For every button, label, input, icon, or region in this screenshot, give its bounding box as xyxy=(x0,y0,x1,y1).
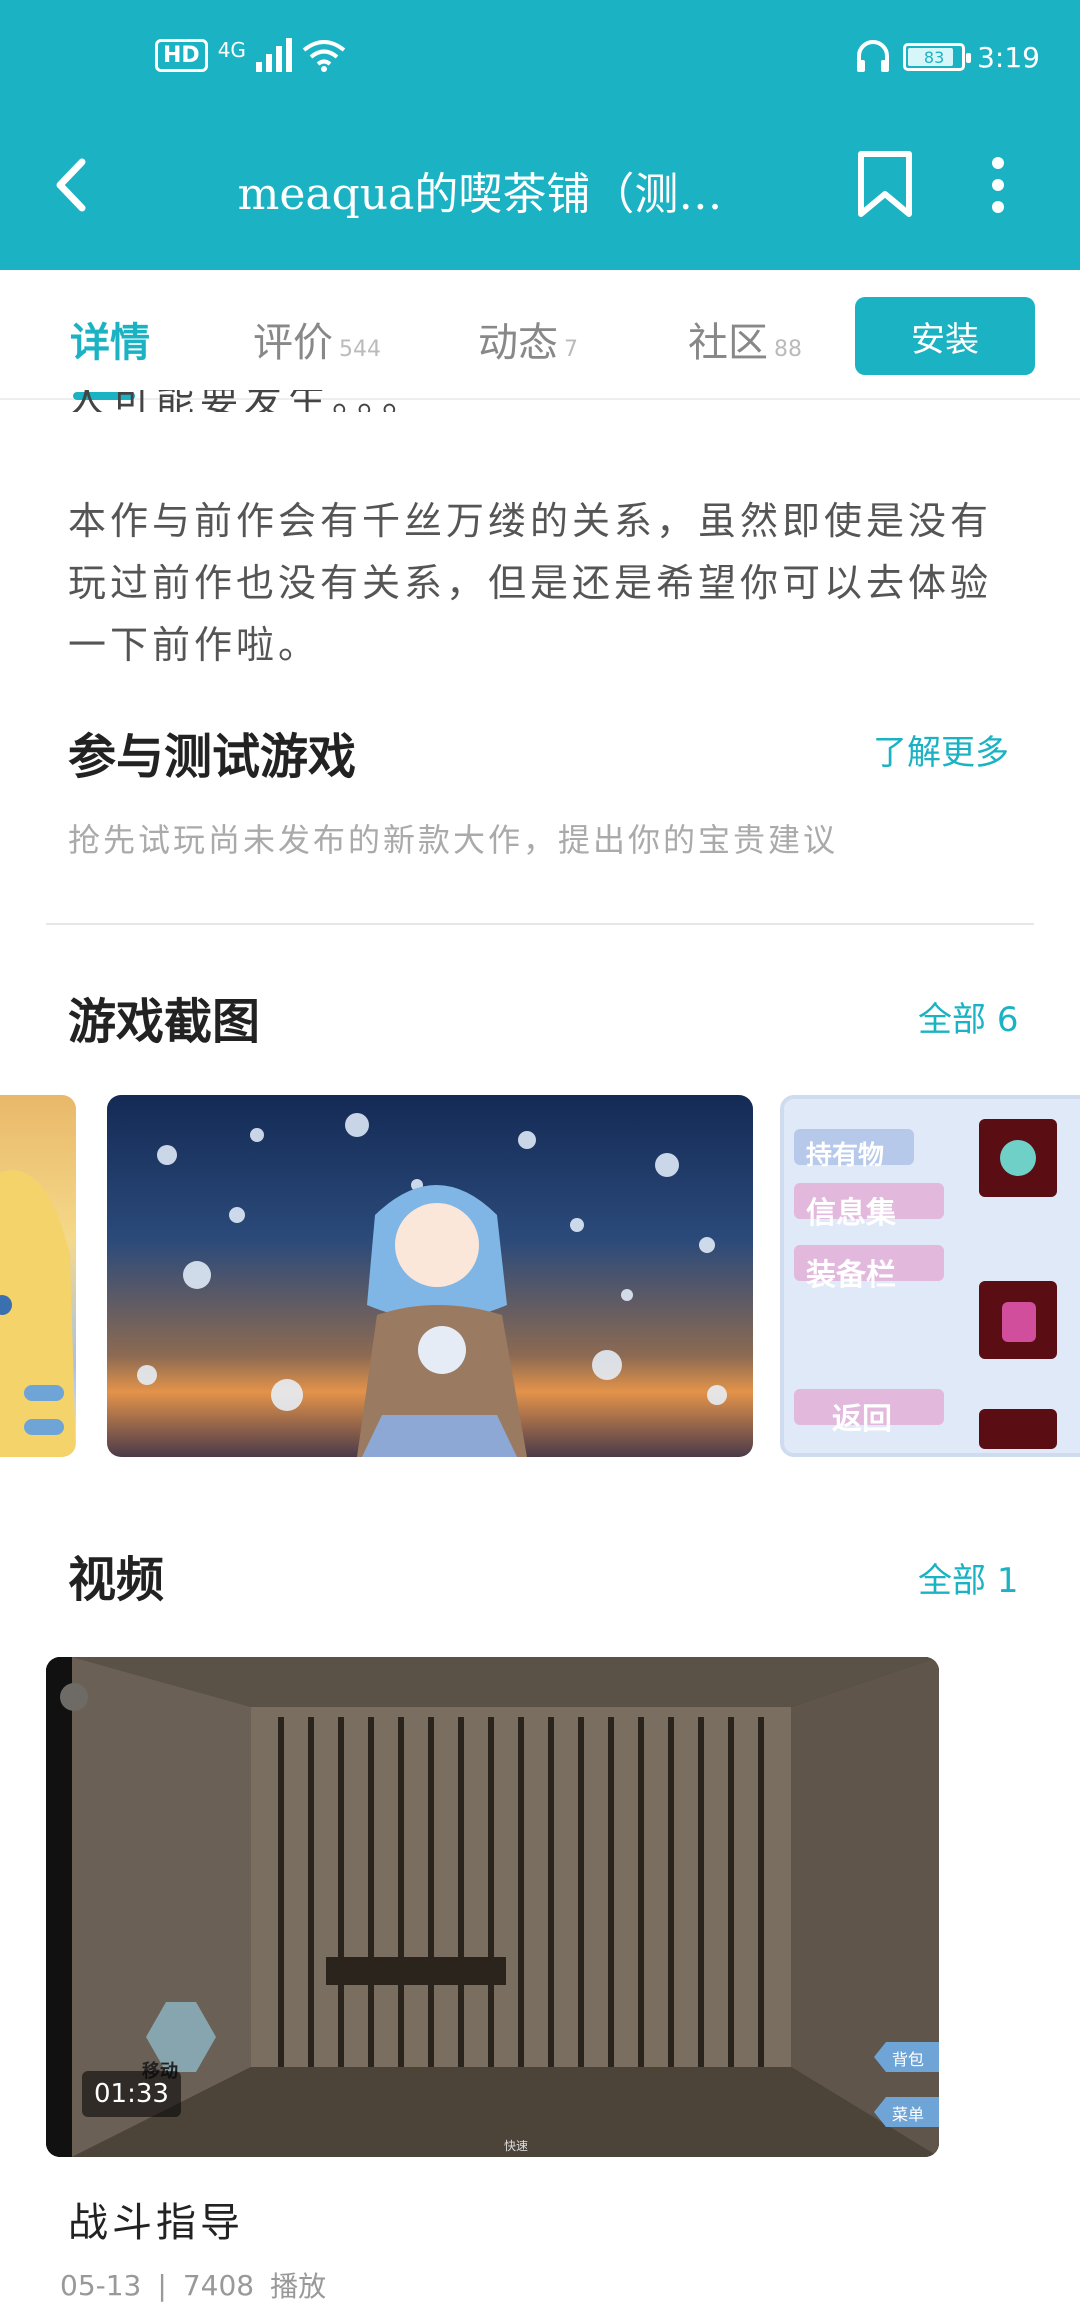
video-title[interactable]: 战斗指导 xyxy=(68,2190,244,2248)
intro-paragraph: 本作与前作会有千丝万缕的关系，虽然即使是没有玩过前作也没有关系，但是还是希望你可… xyxy=(68,499,993,667)
top-app-bar: HD 4G 83 3:19 meaqua的喫茶铺（测… xyxy=(0,0,1080,270)
video-date: 05-13 xyxy=(60,2268,142,2302)
divider xyxy=(46,923,1034,925)
inventory-menu-item: 信息集 xyxy=(806,1196,896,1231)
inventory-menu-item: 装备栏 xyxy=(806,1258,896,1293)
video-player[interactable]: 移动 背包 菜单 快速 01:33 xyxy=(46,1657,939,2157)
video-play-count: 7408 xyxy=(182,2268,255,2302)
tab-community[interactable]: 社区 88 xyxy=(688,310,802,368)
video-play-label: 播放 xyxy=(270,2270,327,2303)
tab-reviews[interactable]: 评价 544 xyxy=(253,310,381,368)
overlay-bag-label: 背包 xyxy=(892,2050,925,2069)
overlay-fast-label: 快速 xyxy=(504,2139,529,2153)
meta-separator: | xyxy=(157,2268,167,2302)
screenshots-all-link[interactable]: 全部 6 xyxy=(918,992,1018,1041)
battery-icon: 83 xyxy=(903,43,972,71)
hd-icon: HD xyxy=(155,38,208,72)
status-bar: HD 4G 83 3:19 xyxy=(0,0,1080,120)
signal-icon xyxy=(255,38,292,72)
tab-details[interactable]: 详情 xyxy=(70,310,150,368)
inventory-menu-item: 返回 xyxy=(832,1402,892,1437)
videos-title: 视频 xyxy=(68,1552,165,1608)
back-arrow-icon[interactable] xyxy=(40,150,110,220)
page-title: meaqua的喫茶铺（测… xyxy=(237,169,723,220)
screenshot-thumbnail[interactable] xyxy=(0,1095,76,1457)
video-duration: 01:33 xyxy=(82,2071,181,2117)
tab-updates[interactable]: 动态 7 xyxy=(478,310,578,368)
screenshot-thumbnail[interactable] xyxy=(107,1095,753,1457)
install-button[interactable]: 安装 xyxy=(855,297,1035,375)
learn-more-link[interactable]: 了解更多 xyxy=(873,725,1009,774)
screenshots-title: 游戏截图 xyxy=(68,994,261,1050)
more-options-icon[interactable] xyxy=(978,150,1018,220)
beta-subtitle: 抢先试玩尚未发布的新款大作，提出你的宝贵建议 xyxy=(68,821,839,859)
videos-all-link[interactable]: 全部 1 xyxy=(918,1553,1018,1602)
video-meta: 05-13 | 7408 播放 xyxy=(60,2265,326,2305)
snow-scene-image xyxy=(137,1113,727,1457)
intro-cut-text: 人可能要发生。。。 xyxy=(68,390,427,412)
screenshot-thumbnail[interactable]: 持有物 信息集 装备栏 返回 xyxy=(780,1095,1080,1457)
beta-section-title: 参与测试游戏 xyxy=(68,729,357,785)
overlay-menu-label: 菜单 xyxy=(892,2105,925,2124)
bookmark-icon[interactable] xyxy=(855,150,915,220)
clock: 3:19 xyxy=(977,40,1040,74)
inventory-title: 持有物 xyxy=(806,1141,885,1171)
anime-girl-image xyxy=(0,1170,76,1457)
headphones-icon xyxy=(857,40,890,72)
network-type: 4G xyxy=(217,38,246,62)
wifi-icon xyxy=(302,40,346,72)
